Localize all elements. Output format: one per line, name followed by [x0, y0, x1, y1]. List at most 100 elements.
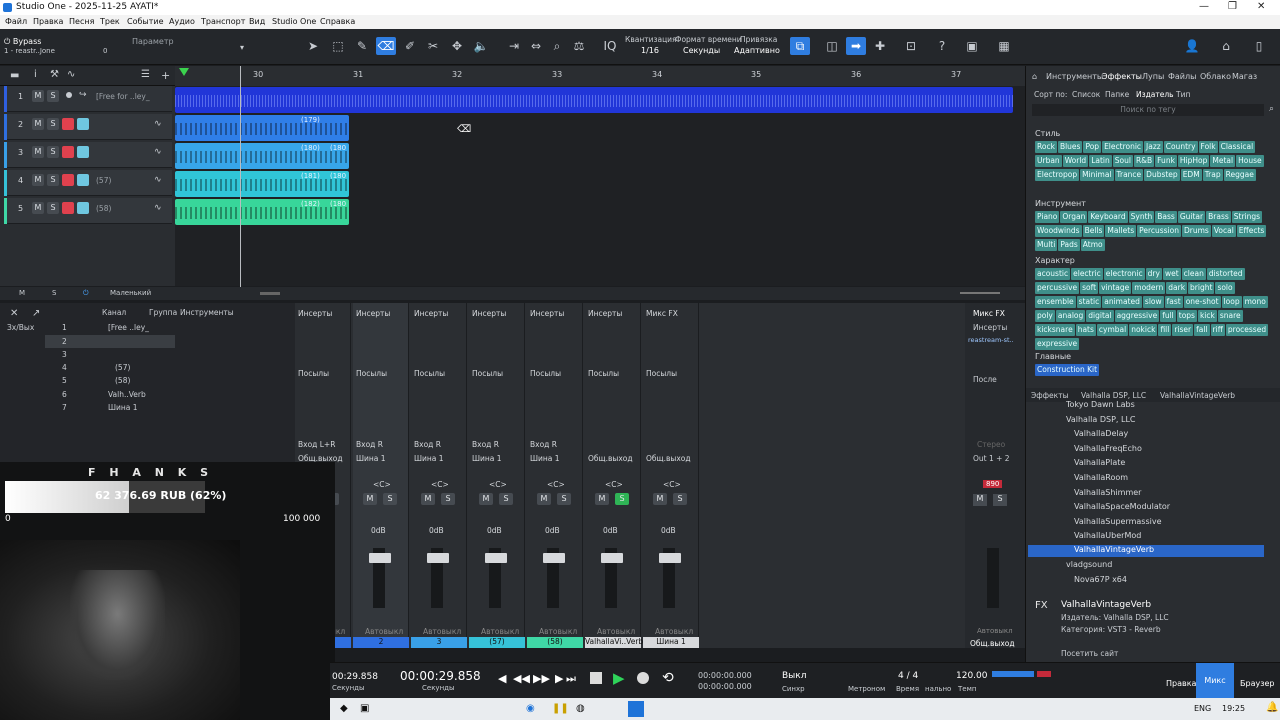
- info-icon[interactable]: i: [34, 69, 37, 80]
- waveform-icon[interactable]: ∿: [154, 147, 162, 157]
- output-label[interactable]: Шина 1: [472, 454, 502, 463]
- ch-name[interactable]: Шина 1: [108, 403, 138, 412]
- list-icon[interactable]: ▬: [10, 70, 19, 81]
- inserts-label[interactable]: Инсерты: [298, 309, 332, 318]
- tree-folder[interactable]: vladgsound: [1066, 560, 1112, 569]
- playhead[interactable]: [240, 66, 241, 288]
- track-name[interactable]: (58): [96, 204, 111, 213]
- split-tool-icon[interactable]: ✎: [352, 37, 372, 55]
- mute-button[interactable]: M: [32, 202, 44, 214]
- sort-vendor[interactable]: Издатель: [1136, 90, 1174, 99]
- tag[interactable]: Electropop: [1035, 169, 1080, 181]
- fast-forward-icon[interactable]: ▶▶: [533, 672, 550, 685]
- menu-help[interactable]: Справка: [320, 17, 355, 26]
- restore-icon[interactable]: ❐: [1228, 1, 1237, 12]
- tag[interactable]: snare: [1217, 310, 1243, 322]
- output-label[interactable]: Шина 1: [356, 454, 386, 463]
- ch-name[interactable]: (58): [115, 376, 130, 385]
- tag[interactable]: Pop: [1083, 141, 1102, 153]
- tag[interactable]: percussive: [1035, 282, 1080, 294]
- menu-studio-one[interactable]: Studio One: [272, 17, 316, 26]
- edge-icon[interactable]: ◉: [526, 703, 535, 714]
- mute-button[interactable]: M: [595, 493, 609, 505]
- fader-knob[interactable]: [369, 553, 391, 563]
- tag[interactable]: Dubstep: [1144, 169, 1180, 181]
- tag[interactable]: Effects: [1236, 225, 1267, 237]
- param-dropdown-icon[interactable]: ▾: [240, 43, 244, 52]
- sort-list[interactable]: Список: [1072, 90, 1100, 99]
- mute-button[interactable]: M: [32, 146, 44, 158]
- next-icon[interactable]: ▶: [555, 672, 563, 685]
- pan-label[interactable]: <C>: [489, 480, 507, 489]
- record-button[interactable]: [62, 118, 74, 130]
- io-label[interactable]: Зх/Вых: [7, 323, 34, 332]
- quantize-value[interactable]: 1/16: [641, 46, 659, 55]
- record-button[interactable]: [62, 202, 74, 214]
- input-label[interactable]: Вход R: [356, 440, 383, 449]
- tag[interactable]: dry: [1145, 268, 1162, 280]
- automation-label[interactable]: Автовыкл: [423, 627, 461, 636]
- solo-button[interactable]: S: [47, 174, 59, 186]
- tree-folder[interactable]: Tokyo Dawn Labs: [1066, 400, 1135, 409]
- fader-knob[interactable]: [659, 553, 681, 563]
- tag[interactable]: Folk: [1198, 141, 1218, 153]
- tag[interactable]: Funk: [1155, 155, 1177, 167]
- crumb[interactable]: Valhalla DSP, LLC: [1081, 391, 1146, 400]
- sends-label[interactable]: Посылы: [472, 369, 503, 378]
- tag[interactable]: Bass: [1155, 211, 1177, 223]
- solo-button[interactable]: S: [47, 90, 59, 102]
- tree-item[interactable]: ValhallaFreqEcho: [1074, 444, 1142, 453]
- automation-label[interactable]: Автовыкл: [655, 627, 693, 636]
- tab-instruments[interactable]: Инструменты: [1046, 72, 1103, 81]
- tag[interactable]: dark: [1166, 282, 1188, 294]
- audio-clip[interactable]: (179): [175, 115, 349, 141]
- tag[interactable]: nokick: [1129, 324, 1158, 336]
- tree-item[interactable]: ValhallaSpaceModulator: [1074, 502, 1170, 511]
- waveform-icon[interactable]: ∿: [154, 175, 162, 185]
- loop-icon[interactable]: ⟲: [662, 670, 674, 686]
- tree-item-selected[interactable]: ValhallaVintageVerb: [1028, 545, 1264, 557]
- to-end-icon[interactable]: ⏭: [566, 672, 576, 686]
- master-peak[interactable]: 890: [983, 480, 1003, 488]
- tag[interactable]: soft: [1080, 282, 1099, 294]
- waveform-icon[interactable]: ∿: [154, 119, 162, 129]
- add-track-icon[interactable]: +: [161, 69, 170, 82]
- tab-cloud[interactable]: Облако: [1200, 72, 1231, 81]
- app-icon[interactable]: ◆: [340, 703, 348, 714]
- master-mixfx[interactable]: Микс FX: [973, 309, 1005, 318]
- tag[interactable]: Woodwinds: [1035, 225, 1082, 237]
- tag[interactable]: cymbal: [1096, 324, 1129, 336]
- tag[interactable]: Trap: [1202, 169, 1223, 181]
- mute-button[interactable]: M: [32, 90, 44, 102]
- rewind-icon[interactable]: ◀: [498, 672, 506, 685]
- tag[interactable]: EDM: [1180, 169, 1202, 181]
- time-display-2[interactable]: 00:00:29.858: [400, 669, 481, 683]
- tag[interactable]: Vocal: [1211, 225, 1236, 237]
- loop-right[interactable]: 00:00:00.000: [698, 682, 752, 691]
- tag[interactable]: Keyboard: [1088, 211, 1128, 223]
- menu-track[interactable]: Трек: [100, 17, 120, 26]
- mute-button[interactable]: M: [479, 493, 493, 505]
- menu-file[interactable]: Файл: [5, 17, 27, 26]
- tag[interactable]: modern: [1132, 282, 1166, 294]
- range-tool-icon[interactable]: ⬚: [328, 37, 348, 55]
- sends-label[interactable]: Посылы: [356, 369, 387, 378]
- mute-button[interactable]: M: [537, 493, 551, 505]
- tag[interactable]: analog: [1055, 310, 1086, 322]
- tag[interactable]: Trance: [1114, 169, 1144, 181]
- tag[interactable]: digital: [1086, 310, 1114, 322]
- close-icon[interactable]: ✕: [10, 308, 18, 319]
- autoscroll-icon[interactable]: ⚖: [569, 37, 589, 55]
- tree-item[interactable]: Nova67P x64: [1074, 575, 1127, 584]
- tab-shop[interactable]: Магаз: [1232, 72, 1257, 81]
- tag[interactable]: Brass: [1206, 211, 1231, 223]
- fader-knob[interactable]: [543, 553, 565, 563]
- tree-item[interactable]: ValhallaPlate: [1074, 458, 1125, 467]
- pause-icon[interactable]: ❚❚: [552, 703, 569, 714]
- automation-label[interactable]: Автовыкл: [597, 627, 635, 636]
- tag[interactable]: riser: [1172, 324, 1194, 336]
- tag[interactable]: static: [1076, 296, 1102, 308]
- tag[interactable]: wet: [1162, 268, 1181, 280]
- tag[interactable]: kicksnare: [1035, 324, 1075, 336]
- app-icon[interactable]: ▣: [360, 703, 369, 714]
